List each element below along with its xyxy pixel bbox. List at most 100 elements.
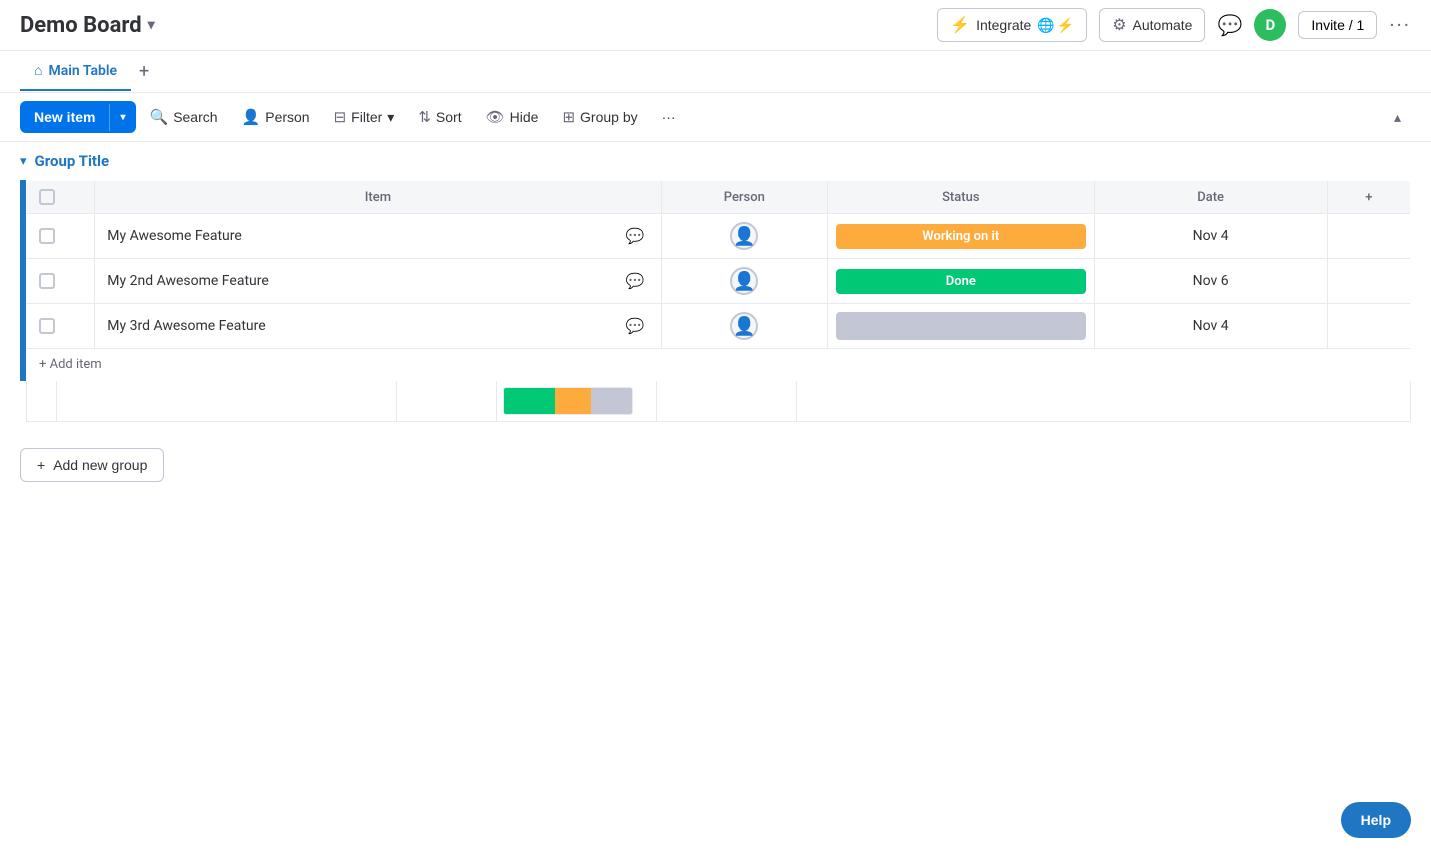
- person-avatar: 👤: [730, 267, 758, 295]
- person-cell[interactable]: 👤: [661, 304, 828, 349]
- group-by-label: Group by: [580, 109, 638, 125]
- summary-working-segment: [555, 388, 591, 414]
- integrate-button[interactable]: ⚡ Integrate 🌐 ⚡: [937, 8, 1087, 42]
- header-right: ⚡ Integrate 🌐 ⚡ ⚙ Automate 💬 D Invite / …: [937, 8, 1411, 42]
- add-new-group-button[interactable]: + Add new group: [20, 448, 164, 482]
- table-wrapper: Item Person Status Date +: [0, 180, 1431, 422]
- status-cell[interactable]: Working on it: [828, 214, 1094, 259]
- collapse-button[interactable]: ▴: [1384, 103, 1411, 132]
- status-summary-cell: [497, 381, 657, 421]
- person-cell[interactable]: 👤: [661, 259, 828, 304]
- date-cell[interactable]: Nov 4: [1094, 304, 1327, 349]
- summary-done-segment: [504, 388, 555, 414]
- table-row: My 3rd Awesome Feature 💬 👤 Nov 4: [27, 304, 1411, 349]
- collapse-icon: ▴: [1394, 109, 1401, 125]
- board-title[interactable]: Demo Board ▾: [20, 13, 155, 38]
- col-item: Item: [95, 181, 661, 214]
- status-badge: Done: [836, 269, 1085, 294]
- row-checkbox[interactable]: [39, 273, 55, 289]
- col-status: Status: [828, 181, 1094, 214]
- add-item-label[interactable]: + Add item: [27, 349, 1411, 381]
- comment-icon[interactable]: 💬: [1217, 13, 1242, 37]
- col-item-label: Item: [365, 190, 391, 205]
- chat-icon[interactable]: 💬: [622, 227, 649, 245]
- avatar-letter: D: [1266, 16, 1276, 34]
- new-item-button[interactable]: New item ▾: [20, 101, 136, 133]
- person-label: Person: [265, 109, 309, 125]
- add-item-row[interactable]: + Add item: [27, 349, 1411, 381]
- group-by-icon: ⊞: [562, 108, 575, 126]
- col-date: Date: [1094, 181, 1327, 214]
- filter-button[interactable]: ⊟ Filter ▾: [324, 102, 405, 132]
- row-checkbox[interactable]: [39, 318, 55, 334]
- automate-button[interactable]: ⚙ Automate: [1099, 8, 1205, 42]
- sort-icon: ⇅: [418, 108, 431, 126]
- table-row: My Awesome Feature💬👤Working on itNov 4: [27, 214, 1411, 259]
- status-badge-empty: [836, 312, 1085, 340]
- row-checkbox[interactable]: [39, 228, 55, 244]
- data-table: Item Person Status Date +: [26, 180, 1411, 381]
- invite-button[interactable]: Invite / 1: [1298, 11, 1377, 39]
- status-summary-bar: [503, 387, 633, 415]
- chat-icon[interactable]: 💬: [622, 317, 649, 335]
- col-status-label: Status: [942, 190, 979, 205]
- tab-main-table-label: Main Table: [48, 63, 117, 79]
- tab-home-icon: ⌂: [34, 62, 42, 79]
- add-group-area: + Add new group: [0, 432, 1431, 498]
- header-checkbox[interactable]: [39, 189, 55, 205]
- table-row: My 2nd Awesome Feature💬 👤 Done Nov 6: [27, 259, 1411, 304]
- integrate-icons: 🌐 ⚡: [1037, 17, 1074, 34]
- person-button[interactable]: 👤 Person: [232, 102, 320, 132]
- date-cell[interactable]: Nov 4: [1094, 214, 1327, 259]
- hide-icon: 👁: [486, 108, 505, 126]
- person-cell[interactable]: 👤: [661, 214, 828, 259]
- new-item-dropdown-arrow[interactable]: ▾: [109, 104, 135, 131]
- new-item-label: New item: [20, 101, 109, 133]
- help-button[interactable]: Help: [1341, 802, 1411, 838]
- toolbar: New item ▾ 🔍 Search 👤 Person ⊟ Filter ▾ …: [0, 93, 1431, 142]
- add-col-cell: [1327, 214, 1410, 259]
- item-name-cell: My 2nd Awesome Feature💬: [95, 259, 661, 304]
- top-header: Demo Board ▾ ⚡ Integrate 🌐 ⚡ ⚙ Automate …: [0, 0, 1431, 51]
- tab-add-button[interactable]: +: [131, 51, 157, 92]
- more-options-icon[interactable]: ···: [1389, 13, 1411, 37]
- more-toolbar-icon: ···: [662, 109, 676, 125]
- avatar[interactable]: D: [1254, 9, 1286, 41]
- filter-icon: ⊟: [334, 108, 347, 126]
- board-title-text: Demo Board: [20, 13, 142, 38]
- hide-button[interactable]: 👁 Hide: [476, 102, 549, 132]
- invite-label: Invite / 1: [1311, 17, 1364, 33]
- date-cell[interactable]: Nov 6: [1094, 259, 1327, 304]
- row-checkbox-cell: [27, 259, 95, 304]
- sort-button[interactable]: ⇅ Sort: [408, 102, 471, 132]
- group-title: Group Title: [35, 152, 110, 170]
- integrate-icon: ⚡: [950, 15, 970, 35]
- col-add[interactable]: +: [1327, 181, 1410, 214]
- help-label: Help: [1361, 812, 1391, 828]
- chat-icon[interactable]: 💬: [622, 272, 649, 290]
- search-button[interactable]: 🔍 Search: [140, 102, 228, 132]
- item-name-text: My 3rd Awesome Feature: [107, 318, 265, 334]
- summary-empty-segment: [591, 388, 632, 414]
- status-cell[interactable]: Done: [828, 259, 1094, 304]
- row-checkbox-cell: [27, 214, 95, 259]
- row-checkbox-cell: [27, 304, 95, 349]
- tab-main-table[interactable]: ⌂ Main Table: [20, 52, 131, 91]
- item-name-cell: My 3rd Awesome Feature 💬: [95, 304, 661, 349]
- automate-label: Automate: [1133, 17, 1193, 33]
- board-title-chevron-icon: ▾: [148, 17, 155, 33]
- status-cell[interactable]: [828, 304, 1094, 349]
- group-collapse-chevron-icon[interactable]: ▾: [20, 154, 27, 169]
- group-section: ▾ Group Title Item Person: [0, 142, 1431, 422]
- status-badge: Working on it: [836, 224, 1085, 249]
- person-avatar: 👤: [730, 312, 758, 340]
- more-toolbar-button[interactable]: ···: [652, 103, 686, 131]
- group-by-button[interactable]: ⊞ Group by: [552, 102, 647, 132]
- sort-label: Sort: [436, 109, 462, 125]
- add-group-plus-icon: +: [37, 457, 45, 473]
- search-icon: 🔍: [150, 108, 169, 126]
- col-person-label: Person: [724, 190, 765, 205]
- tabs-bar: ⌂ Main Table +: [0, 51, 1431, 93]
- filter-label: Filter: [351, 109, 382, 125]
- person-avatar: 👤: [730, 222, 758, 250]
